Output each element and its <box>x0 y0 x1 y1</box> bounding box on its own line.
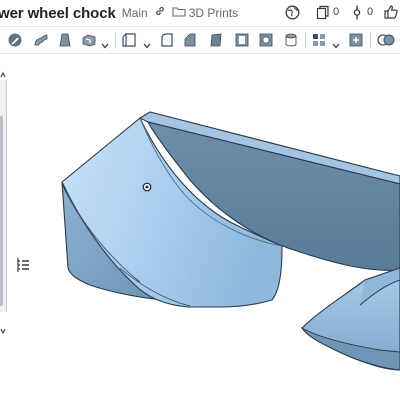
loft-icon[interactable] <box>57 32 73 53</box>
origin-point-dot <box>145 185 149 189</box>
draft-icon[interactable] <box>208 32 224 53</box>
copy-count: 0 <box>333 6 340 18</box>
sweep-icon[interactable] <box>33 32 49 53</box>
version-icon[interactable] <box>352 5 362 25</box>
panel-resize-handle[interactable] <box>0 116 3 306</box>
document-title[interactable]: wer wheel chock <box>0 5 116 22</box>
chevron-down-icon[interactable] <box>101 36 109 54</box>
globe-icon[interactable] <box>285 5 300 25</box>
pattern-icon[interactable] <box>311 32 327 53</box>
link-icon[interactable] <box>154 4 166 22</box>
thumbs-up-icon[interactable] <box>383 4 399 25</box>
extrude-icon[interactable] <box>81 32 97 53</box>
branch-label[interactable]: Main <box>122 6 148 20</box>
graphics-viewport[interactable] <box>7 54 400 400</box>
folder-label[interactable]: 3D Prints <box>189 6 238 20</box>
chamfer-icon[interactable] <box>182 32 198 53</box>
toolbar-divider <box>305 32 306 48</box>
wheel-chock-model[interactable] <box>7 54 400 400</box>
folder-icon[interactable] <box>172 4 186 22</box>
chevron-down-icon[interactable] <box>143 36 151 54</box>
toolbar-divider <box>370 32 371 48</box>
sketch-icon[interactable] <box>7 32 23 53</box>
toolbar-divider <box>115 32 116 48</box>
fillet-icon[interactable] <box>159 32 175 53</box>
plane-icon[interactable] <box>122 32 138 53</box>
transform-icon[interactable] <box>348 32 364 53</box>
feature-toolbar <box>0 27 400 54</box>
document-title-bar: wer wheel chock Main 3D Prints <box>0 0 400 27</box>
chevron-down-icon[interactable] <box>0 322 6 340</box>
copy-icon[interactable] <box>316 5 330 25</box>
chevron-down-icon[interactable] <box>332 36 340 54</box>
hole-icon[interactable] <box>258 32 274 53</box>
thicken-icon[interactable] <box>283 32 299 53</box>
shell-icon[interactable] <box>234 32 250 53</box>
chevron-up-icon[interactable] <box>0 66 6 84</box>
version-count: 0 <box>367 6 374 18</box>
boolean-icon[interactable] <box>377 32 395 53</box>
